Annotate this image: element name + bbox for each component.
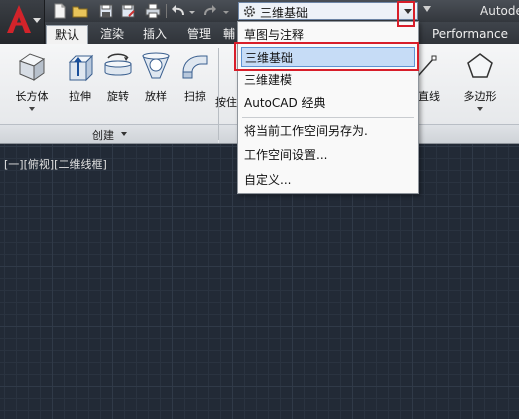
polygon-icon (464, 50, 496, 82)
box-icon (16, 50, 48, 82)
workspace-switcher[interactable]: 三维基础 (238, 2, 418, 20)
customize-quick-access-icon[interactable] (423, 6, 431, 12)
workspace-dropdown-button[interactable] (399, 3, 417, 19)
extrude-icon (64, 50, 96, 82)
tab-render[interactable]: 渲染 (92, 25, 132, 44)
box-tool[interactable]: 长方体 (13, 50, 51, 111)
loft-tool-label: 放样 (145, 90, 167, 103)
create-panel-title-bar[interactable]: 创建 (0, 124, 218, 143)
redo-icon[interactable] (202, 3, 218, 19)
menu-item-autocad-classic[interactable]: AutoCAD 经典 (244, 93, 414, 113)
menu-item-3d-basics[interactable]: 三维基础 (241, 47, 415, 67)
chevron-down-icon (404, 9, 412, 14)
line-tool-label: 直线 (418, 90, 440, 103)
revolve-tool[interactable]: 旋转 (99, 50, 137, 104)
box-tool-label: 长方体 (15, 90, 49, 103)
sweep-icon (179, 50, 211, 82)
sweep-tool[interactable]: 扫掠 (176, 50, 214, 104)
menu-item-3d-modeling[interactable]: 三维建模 (244, 70, 414, 90)
loft-icon (140, 50, 172, 82)
tab-insert[interactable]: 插入 (136, 25, 174, 44)
new-icon[interactable] (52, 3, 68, 19)
tab-performance[interactable]: Performance (424, 25, 516, 44)
tab-default[interactable]: 默认 (46, 25, 88, 44)
menu-item-drafting-annotation[interactable]: 草图与注释 (244, 25, 414, 45)
gear-icon (242, 4, 257, 22)
workspace-current: 三维基础 (260, 6, 309, 20)
revolve-tool-label: 旋转 (107, 90, 129, 103)
menu-item-workspace-settings[interactable]: 工作空间设置... (244, 145, 414, 165)
workspace-menu: 草图与注释 三维基础 三维建模 AutoCAD 经典 将当前工作空间另存为. 工… (237, 21, 419, 194)
menu-item-save-workspace-as[interactable]: 将当前工作空间另存为. (244, 121, 414, 141)
panel-title: 创建 (92, 129, 114, 142)
tab-manage[interactable]: 管理 (180, 25, 218, 44)
chevron-down-icon[interactable] (477, 107, 483, 111)
autocad-logo-icon (6, 4, 32, 37)
line-icon (417, 50, 442, 82)
revolve-icon (102, 50, 134, 82)
app-title: Autode (480, 4, 519, 18)
extrude-tool-label: 拉伸 (69, 90, 91, 103)
sweep-tool-label: 扫掠 (184, 90, 206, 103)
extrude-tool[interactable]: 拉伸 (61, 50, 99, 104)
open-icon[interactable] (72, 3, 88, 19)
save-icon[interactable] (98, 3, 114, 19)
tab-output[interactable]: 輔 (221, 25, 237, 44)
chevron-down-icon[interactable] (29, 107, 35, 111)
chevron-down-icon (33, 18, 41, 23)
viewport-controls-label[interactable]: [一][俯视][二维线框] (4, 156, 107, 172)
redo-dropdown-icon[interactable] (222, 3, 238, 19)
polygon-tool-label: 多边形 (463, 90, 497, 103)
title-bar: 三维基础 Autode (0, 0, 519, 22)
polygon-tool[interactable]: 多边形 (458, 50, 502, 111)
menu-item-customize[interactable]: 自定义... (244, 170, 414, 190)
line-tool[interactable]: 直线 (417, 50, 442, 104)
undo-icon[interactable] (170, 3, 186, 19)
application-menu-button[interactable] (0, 0, 45, 44)
save-as-icon[interactable] (120, 3, 136, 19)
print-icon[interactable] (145, 3, 161, 19)
chevron-down-icon[interactable] (121, 132, 127, 136)
loft-tool[interactable]: 放样 (137, 50, 175, 104)
